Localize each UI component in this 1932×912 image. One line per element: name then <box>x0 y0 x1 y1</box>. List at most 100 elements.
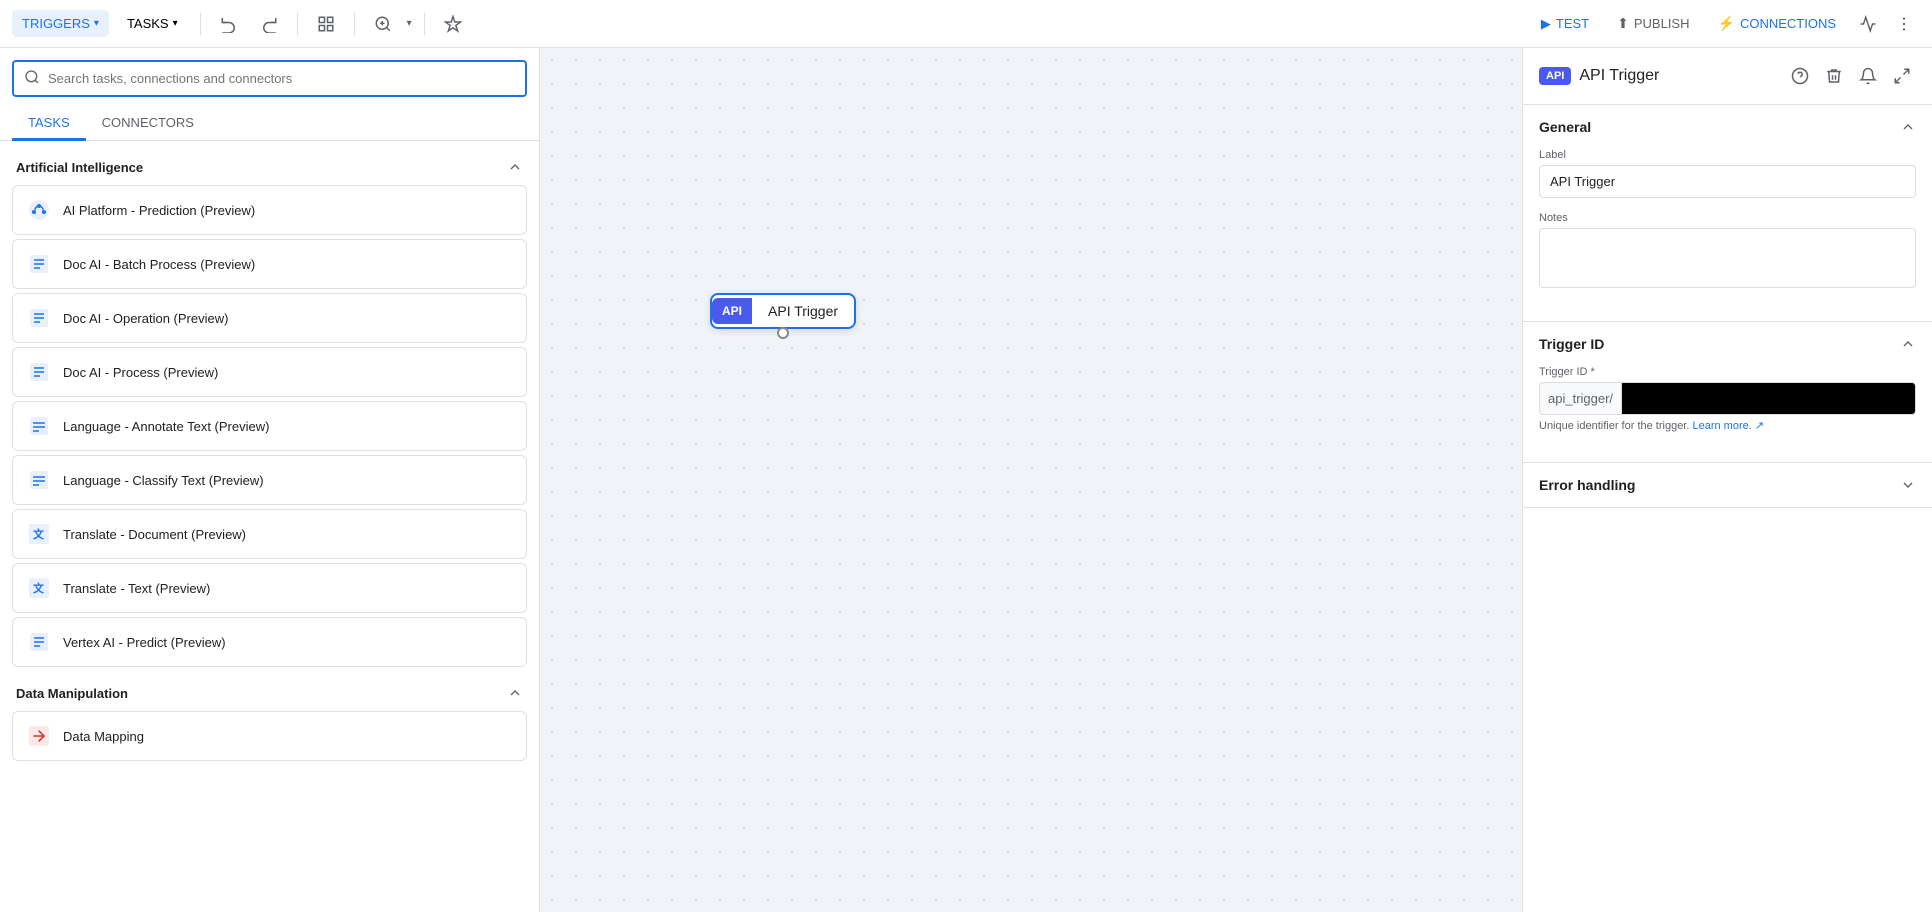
list-item[interactable]: AI Platform - Prediction (Preview) <box>12 185 527 235</box>
api-trigger-node[interactable]: API API Trigger <box>710 293 856 329</box>
separator-4 <box>424 12 425 36</box>
chevron-down-error-icon <box>1900 477 1916 493</box>
tasks-chevron-icon: ▾ <box>173 18 178 29</box>
metrics-button[interactable] <box>1852 8 1884 40</box>
notes-field-group: Notes <box>1539 212 1916 291</box>
notes-textarea[interactable] <box>1539 228 1916 288</box>
vertex-ai-icon <box>25 628 53 656</box>
toolbar-right: ▶ TEST ⬆ PUBLISH ⚡ CONNECTIONS <box>1529 8 1920 40</box>
test-label: TEST <box>1556 16 1589 31</box>
doc-ai-batch-icon <box>25 250 53 278</box>
list-item[interactable]: Doc AI - Batch Process (Preview) <box>12 239 527 289</box>
tab-tasks[interactable]: TASKS <box>12 107 86 141</box>
trigger-id-hint: Unique identifier for the trigger. Learn… <box>1539 419 1916 432</box>
list-item[interactable]: Language - Classify Text (Preview) <box>12 455 527 505</box>
chevron-up-trigger-icon <box>1900 336 1916 352</box>
category-ai[interactable]: Artificial Intelligence <box>12 149 527 185</box>
notes-field-label: Notes <box>1539 212 1916 224</box>
trigger-id-field-group: Trigger ID * api_trigger/ Unique identif… <box>1539 366 1916 432</box>
list-item[interactable]: Doc AI - Process (Preview) <box>12 347 527 397</box>
section-error-handling-header[interactable]: Error handling <box>1523 463 1932 507</box>
trigger-prefix: api_trigger/ <box>1539 382 1621 415</box>
category-data-manipulation[interactable]: Data Manipulation <box>12 675 527 711</box>
node-label: API Trigger <box>752 295 854 327</box>
publish-label: PUBLISH <box>1634 16 1690 31</box>
toolbar: TRIGGERS ▾ TASKS ▾ ▾ ▶ TEST ⬆ PUBLISH ⚡ … <box>0 0 1932 48</box>
chevron-up-general-icon <box>1900 119 1916 135</box>
triggers-label: TRIGGERS <box>22 16 90 31</box>
left-tabs: TASKS CONNECTORS <box>0 107 539 141</box>
list-item[interactable]: Doc AI - Operation (Preview) <box>12 293 527 343</box>
label-field-group: Label <box>1539 149 1916 198</box>
section-error-handling: Error handling <box>1523 463 1932 508</box>
translate-text-icon: 文 <box>25 574 53 602</box>
test-button[interactable]: ▶ TEST <box>1529 10 1601 38</box>
undo-button[interactable] <box>213 8 245 40</box>
list-item[interactable]: Language - Annotate Text (Preview) <box>12 401 527 451</box>
doc-ai-operation-icon <box>25 304 53 332</box>
expand-icon[interactable] <box>1888 62 1916 90</box>
section-trigger-id: Trigger ID Trigger ID * api_trigger/ Uni… <box>1523 322 1932 463</box>
fit-screen-button[interactable] <box>310 8 342 40</box>
separator-2 <box>297 12 298 36</box>
delete-icon[interactable] <box>1820 62 1848 90</box>
canvas-area[interactable]: API API Trigger <box>540 48 1522 912</box>
tasks-button[interactable]: TASKS ▾ <box>117 10 188 37</box>
zoom-chevron-icon: ▾ <box>407 18 412 29</box>
left-content: Artificial Intelligence AI Platform - Pr… <box>0 141 539 912</box>
section-trigger-id-content: Trigger ID * api_trigger/ Unique identif… <box>1523 366 1932 462</box>
separator-3 <box>354 12 355 36</box>
right-panel: API API Trigger General <box>1522 48 1932 912</box>
trigger-id-row: api_trigger/ <box>1539 382 1916 415</box>
node-connector <box>777 327 789 339</box>
label-field-label: Label <box>1539 149 1916 161</box>
label-input[interactable] <box>1539 165 1916 198</box>
trigger-id-field-label: Trigger ID * <box>1539 366 1916 378</box>
language-annotate-icon <box>25 412 53 440</box>
list-item[interactable]: Data Mapping <box>12 711 527 761</box>
section-general-content: Label Notes <box>1523 149 1932 321</box>
search-input-wrap <box>12 60 527 97</box>
data-mapping-icon <box>25 722 53 750</box>
chevron-up-icon-dm <box>507 685 523 701</box>
api-badge: API <box>1539 67 1571 85</box>
svg-text:文: 文 <box>33 581 45 595</box>
triggers-button[interactable]: TRIGGERS ▾ <box>12 10 109 37</box>
chevron-up-icon <box>507 159 523 175</box>
publish-icon: ⬆ <box>1617 15 1629 32</box>
help-icon[interactable] <box>1786 62 1814 90</box>
list-item[interactable]: 文 Translate - Text (Preview) <box>12 563 527 613</box>
node-badge: API <box>712 298 752 324</box>
list-item[interactable]: 文 Translate - Document (Preview) <box>12 509 527 559</box>
main-layout: TASKS CONNECTORS Artificial Intelligence… <box>0 48 1932 912</box>
publish-button[interactable]: ⬆ PUBLISH <box>1605 9 1701 38</box>
more-options-button[interactable] <box>1888 8 1920 40</box>
section-trigger-id-header[interactable]: Trigger ID <box>1523 322 1932 366</box>
tab-connectors[interactable]: CONNECTORS <box>86 107 210 141</box>
connections-icon: ⚡ <box>1718 15 1735 32</box>
language-classify-icon <box>25 466 53 494</box>
ai-platform-icon <box>25 196 53 224</box>
search-input[interactable] <box>48 71 515 86</box>
right-header-icons <box>1786 62 1916 90</box>
search-bar <box>0 48 539 97</box>
tasks-label: TASKS <box>127 16 169 31</box>
section-general: General Label Notes <box>1523 105 1932 322</box>
section-general-header[interactable]: General <box>1523 105 1932 149</box>
redo-button[interactable] <box>253 8 285 40</box>
zoom-button[interactable] <box>367 8 399 40</box>
learn-more-link[interactable]: Learn more. ↗ <box>1692 420 1764 432</box>
connections-label: CONNECTIONS <box>1740 16 1836 31</box>
left-panel: TASKS CONNECTORS Artificial Intelligence… <box>0 48 540 912</box>
right-panel-header: API API Trigger <box>1523 48 1932 105</box>
bell-icon[interactable] <box>1854 62 1882 90</box>
svg-text:文: 文 <box>33 527 45 541</box>
test-play-icon: ▶ <box>1541 16 1551 32</box>
list-item[interactable]: Vertex AI - Predict (Preview) <box>12 617 527 667</box>
connections-button[interactable]: ⚡ CONNECTIONS <box>1706 9 1849 38</box>
doc-ai-process-icon <box>25 358 53 386</box>
magic-button[interactable] <box>437 8 469 40</box>
trigger-id-input[interactable] <box>1621 382 1916 415</box>
search-icon <box>24 69 40 88</box>
right-panel-title: API Trigger <box>1579 67 1778 85</box>
